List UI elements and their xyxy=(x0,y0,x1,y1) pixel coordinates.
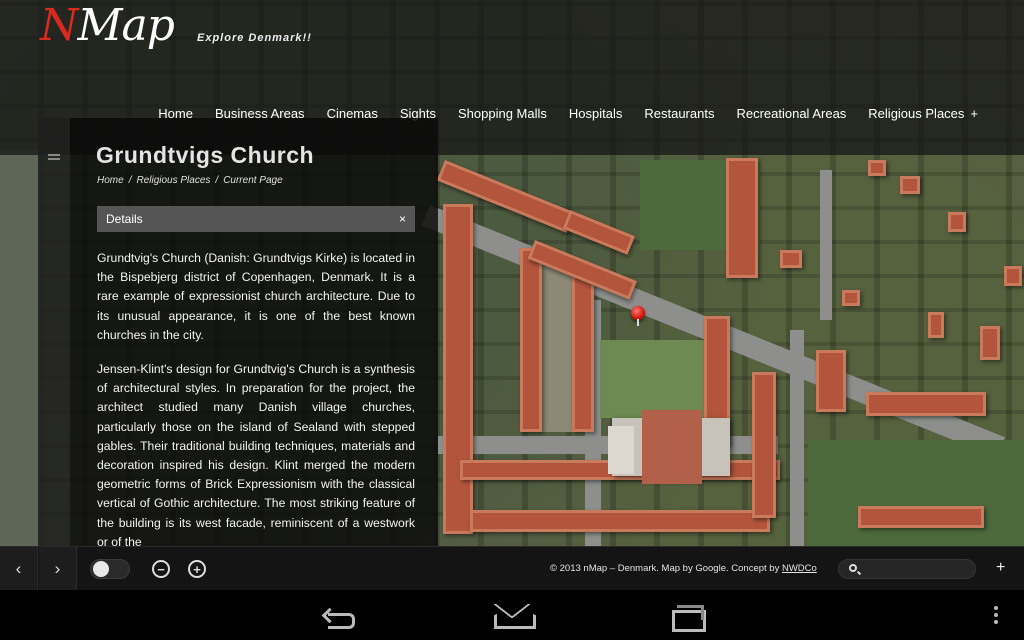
expand-plus-icon[interactable]: + xyxy=(970,106,978,121)
map-building xyxy=(726,158,758,278)
map-building xyxy=(868,160,886,176)
map-building xyxy=(470,510,770,532)
map-lawn xyxy=(808,440,1024,546)
nav-item-restaurants[interactable]: Restaurants xyxy=(644,106,714,121)
nav-item-religious-places[interactable]: Religious Places + xyxy=(868,106,978,121)
content-panel: Grundtvigs Church Home / Religious Places /… xyxy=(70,118,438,546)
map-building xyxy=(816,350,846,412)
close-icon[interactable]: × xyxy=(399,212,406,226)
article-paragraph: Jensen-Klint's design for Grundtvig's Ch… xyxy=(97,362,415,546)
details-label: Details xyxy=(106,212,143,226)
search-input[interactable] xyxy=(865,562,969,576)
breadcrumb-religious-places[interactable]: Religious Places xyxy=(136,175,210,186)
grip-icon[interactable] xyxy=(48,154,60,156)
logo-letter-n: N xyxy=(40,0,78,51)
panel-side-strip[interactable] xyxy=(38,118,70,546)
zoom-in-icon[interactable]: + xyxy=(188,560,206,578)
nav-item-shopping-malls[interactable]: Shopping Malls xyxy=(458,106,547,121)
map-building xyxy=(858,506,984,528)
map-building xyxy=(900,176,920,194)
map-building xyxy=(572,268,594,432)
breadcrumb-separator: / xyxy=(128,175,132,186)
article-body: Grundtvig's Church (Danish: Grundtvigs K… xyxy=(97,249,415,546)
map-church-building xyxy=(608,410,730,484)
add-button[interactable]: + xyxy=(996,559,1005,577)
map-building xyxy=(980,326,1000,360)
breadcrumb: Home / Religious Places / Current Page xyxy=(97,175,283,186)
map-building xyxy=(928,312,944,338)
map-building xyxy=(780,250,802,268)
recent-apps-icon[interactable] xyxy=(666,602,706,632)
nav-item-hospitals[interactable]: Hospitals xyxy=(569,106,622,121)
tagline: Explore Denmark!! xyxy=(197,32,312,44)
map-marker-icon[interactable] xyxy=(631,306,645,326)
overflow-menu-icon[interactable] xyxy=(994,606,998,610)
home-icon[interactable] xyxy=(492,602,532,628)
logo[interactable]: NMap xyxy=(40,4,175,48)
map-building xyxy=(443,204,473,534)
copyright-text: © 2013 nMap – Denmark. Map by Google. Co… xyxy=(550,563,817,574)
nav-item-label: Religious Places xyxy=(868,106,965,121)
breadcrumb-current: Current Page xyxy=(223,175,283,186)
map-lawn xyxy=(600,340,710,418)
next-button[interactable]: › xyxy=(39,547,77,591)
map-building xyxy=(752,372,776,518)
details-bar[interactable]: Details × xyxy=(97,206,415,232)
toggle-knob xyxy=(93,561,109,577)
logo-mark: NMap xyxy=(40,4,175,48)
map-building xyxy=(562,210,635,255)
zoom-out-icon[interactable]: − xyxy=(152,560,170,578)
map-building xyxy=(1004,266,1022,286)
breadcrumb-separator: / xyxy=(215,175,219,186)
concept-link[interactable]: NWDCo xyxy=(782,563,817,574)
back-icon[interactable] xyxy=(320,602,360,629)
page-title: Grundtvigs Church xyxy=(96,142,315,168)
search-icon xyxy=(849,564,857,572)
copyright-label: © 2013 nMap – Denmark. Map by Google. Co… xyxy=(550,563,782,574)
map-courtyard xyxy=(0,150,40,546)
map-building xyxy=(842,290,860,306)
map-building xyxy=(948,212,966,232)
map-toggle[interactable] xyxy=(90,559,130,579)
article-paragraph: Grundtvig's Church (Danish: Grundtvigs K… xyxy=(97,251,415,342)
prev-button[interactable]: ‹ xyxy=(0,547,38,591)
map-building xyxy=(866,392,986,416)
map-road xyxy=(820,170,832,320)
breadcrumb-home[interactable]: Home xyxy=(97,175,124,186)
nav-item-recreational-areas[interactable]: Recreational Areas xyxy=(736,106,846,121)
map-building xyxy=(520,248,542,432)
search-box[interactable] xyxy=(838,559,976,579)
map-road xyxy=(790,330,804,546)
bottom-toolbar: ‹ › − + © 2013 nMap – Denmark. Map by Go… xyxy=(0,546,1024,591)
android-navigation-bar xyxy=(0,590,1024,640)
logo-letters-map: Map xyxy=(77,0,175,51)
